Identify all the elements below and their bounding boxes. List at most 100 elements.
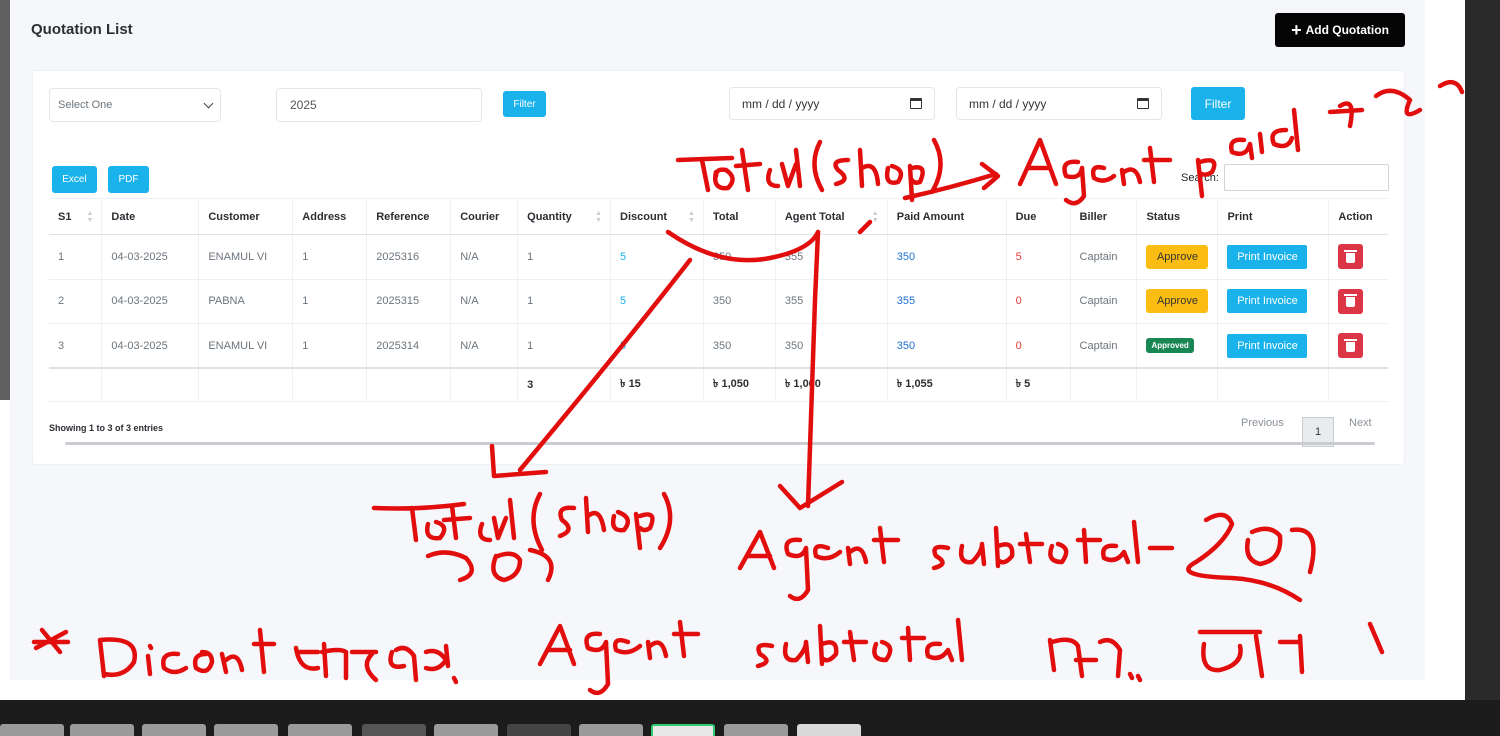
- add-quotation-label: Add Quotation: [1305, 23, 1389, 37]
- column-header-action[interactable]: Action: [1328, 198, 1388, 235]
- cell-reference: 2025314: [366, 323, 452, 369]
- column-header-address[interactable]: Address: [292, 198, 368, 235]
- cell-paid-amount: 350: [887, 323, 1007, 369]
- table-row: 3 04-03-2025 ENAMUL VI 1 2025314 N/A 1 5…: [49, 323, 1388, 369]
- plus-icon: +: [1291, 20, 1302, 40]
- taskbar-thumbnail[interactable]: [362, 724, 426, 736]
- total-discount: ৳ 15: [610, 367, 704, 402]
- table-header-row: S1 ▲ ▼ Date Customer Address Reference Cou…: [49, 198, 1388, 235]
- taskbar-thumbnail[interactable]: [579, 724, 643, 736]
- delete-button[interactable]: [1338, 244, 1364, 270]
- table-row: 1 04-03-2025 ENAMUL VI 1 2025316 N/A 1 5…: [49, 234, 1388, 280]
- search-input[interactable]: [1224, 164, 1389, 191]
- cell-print: Print Invoice: [1217, 279, 1330, 324]
- taskbar-thumbnail[interactable]: [288, 724, 352, 736]
- cell-action: [1328, 279, 1388, 324]
- taskbar-thumbnail[interactable]: [0, 724, 64, 736]
- column-header-total[interactable]: Total: [703, 198, 776, 235]
- cell-courier: N/A: [450, 279, 519, 324]
- cell-due: 5: [1006, 234, 1071, 280]
- taskbar: [0, 700, 1500, 736]
- cell-total: 350: [703, 323, 776, 369]
- cell-date: 04-03-2025: [101, 234, 200, 280]
- excel-button[interactable]: Excel: [52, 166, 97, 193]
- totals-row: 3 ৳ 15 ৳ 1,050 ৳ 1,060 ৳ 1,055 ৳ 5: [49, 367, 1388, 402]
- cell-discount: 5: [610, 323, 704, 369]
- total-due: ৳ 5: [1006, 367, 1071, 402]
- taskbar-thumbnail[interactable]: [507, 724, 571, 736]
- date-to-input[interactable]: mm / dd / yyyy: [956, 87, 1162, 120]
- column-header-due[interactable]: Due: [1006, 198, 1071, 235]
- delete-button[interactable]: [1338, 333, 1364, 358]
- column-header-discount[interactable]: Discount ▲ ▼: [610, 198, 704, 235]
- cell-address: 1: [292, 279, 368, 324]
- column-header-paid-amount[interactable]: Paid Amount: [887, 198, 1007, 235]
- print-invoice-button[interactable]: Print Invoice: [1227, 333, 1308, 358]
- cell-biller: Captain: [1070, 279, 1138, 324]
- sort-icon: ▲ ▼: [86, 210, 94, 224]
- pdf-button[interactable]: PDF: [108, 166, 149, 193]
- sort-icon: ▲ ▼: [687, 210, 695, 224]
- cell-status: Approve: [1136, 234, 1219, 280]
- pagination-previous[interactable]: Previous: [1241, 417, 1284, 429]
- cell-sl: 1: [49, 234, 103, 280]
- horizontal-scrollbar[interactable]: [65, 442, 1375, 445]
- cell-quantity: 1: [517, 279, 612, 324]
- total-agent-total: ৳ 1,060: [775, 367, 888, 402]
- table-row: 2 04-03-2025 PABNA 1 2025315 N/A 1 5 350…: [49, 279, 1388, 324]
- window-margin: [1425, 0, 1465, 700]
- cell-agent-total: 350: [775, 323, 888, 369]
- column-header-quantity[interactable]: Quantity ▲ ▼: [517, 198, 612, 235]
- taskbar-thumbnail[interactable]: [214, 724, 278, 736]
- column-header-agent-total[interactable]: Agent Total ▲ ▼: [775, 198, 888, 235]
- total-quantity: 3: [517, 367, 612, 402]
- cell-reference: 2025316: [366, 234, 452, 280]
- sort-icon: ▲ ▼: [595, 210, 603, 224]
- cell-customer: ENAMUL VI: [198, 323, 294, 369]
- year-filter-button[interactable]: Filter: [503, 91, 546, 117]
- cell-paid-amount: 355: [887, 279, 1007, 324]
- cell-action: [1328, 323, 1388, 369]
- cell-print: Print Invoice: [1217, 234, 1330, 280]
- cell-action: [1328, 234, 1388, 280]
- add-quotation-button[interactable]: + Add Quotation: [1275, 13, 1405, 47]
- cell-agent-total: 355: [775, 279, 888, 324]
- taskbar-thumbnail[interactable]: [142, 724, 206, 736]
- cell-agent-total: 355: [775, 234, 888, 280]
- cell-status: Approve: [1136, 279, 1219, 324]
- column-header-customer[interactable]: Customer: [198, 198, 294, 235]
- column-header-sl[interactable]: S1 ▲ ▼: [49, 198, 103, 235]
- column-header-status[interactable]: Status: [1136, 198, 1219, 235]
- customer-select[interactable]: Select One: [49, 88, 221, 122]
- taskbar-thumbnail[interactable]: [434, 724, 498, 736]
- column-header-biller[interactable]: Biller: [1070, 198, 1138, 235]
- cell-quantity: 1: [517, 323, 612, 369]
- cell-due: 0: [1006, 279, 1071, 324]
- total-paid-amount: ৳ 1,055: [887, 367, 1007, 402]
- taskbar-thumbnail[interactable]: [70, 724, 134, 736]
- date-filter-button[interactable]: Filter: [1191, 87, 1245, 120]
- taskbar-thumbnail[interactable]: [724, 724, 788, 736]
- print-invoice-button[interactable]: Print Invoice: [1227, 244, 1308, 269]
- browser-screen: Quotation List + Add Quotation Select On…: [0, 0, 1465, 700]
- delete-button[interactable]: [1338, 288, 1364, 314]
- column-header-date[interactable]: Date: [101, 198, 200, 235]
- cell-courier: N/A: [450, 323, 519, 369]
- approve-button[interactable]: Approve: [1146, 244, 1209, 269]
- approve-button[interactable]: Approve: [1146, 289, 1209, 314]
- column-header-print[interactable]: Print: [1217, 198, 1330, 235]
- year-input[interactable]: [276, 88, 482, 122]
- cell-paid-amount: 350: [887, 234, 1007, 280]
- cell-reference: 2025315: [366, 279, 452, 324]
- pagination-next[interactable]: Next: [1349, 417, 1372, 429]
- taskbar-thumbnail-active[interactable]: [651, 724, 715, 736]
- column-header-reference[interactable]: Reference: [366, 198, 452, 235]
- date-from-placeholder: mm / dd / yyyy: [742, 96, 820, 111]
- taskbar-thumbnail[interactable]: [797, 724, 861, 736]
- print-invoice-button[interactable]: Print Invoice: [1227, 289, 1308, 314]
- trash-icon: [1344, 294, 1358, 308]
- calendar-icon[interactable]: [910, 98, 922, 109]
- date-from-input[interactable]: mm / dd / yyyy: [729, 87, 935, 120]
- column-header-courier[interactable]: Courier: [450, 198, 519, 235]
- calendar-icon[interactable]: [1137, 98, 1149, 109]
